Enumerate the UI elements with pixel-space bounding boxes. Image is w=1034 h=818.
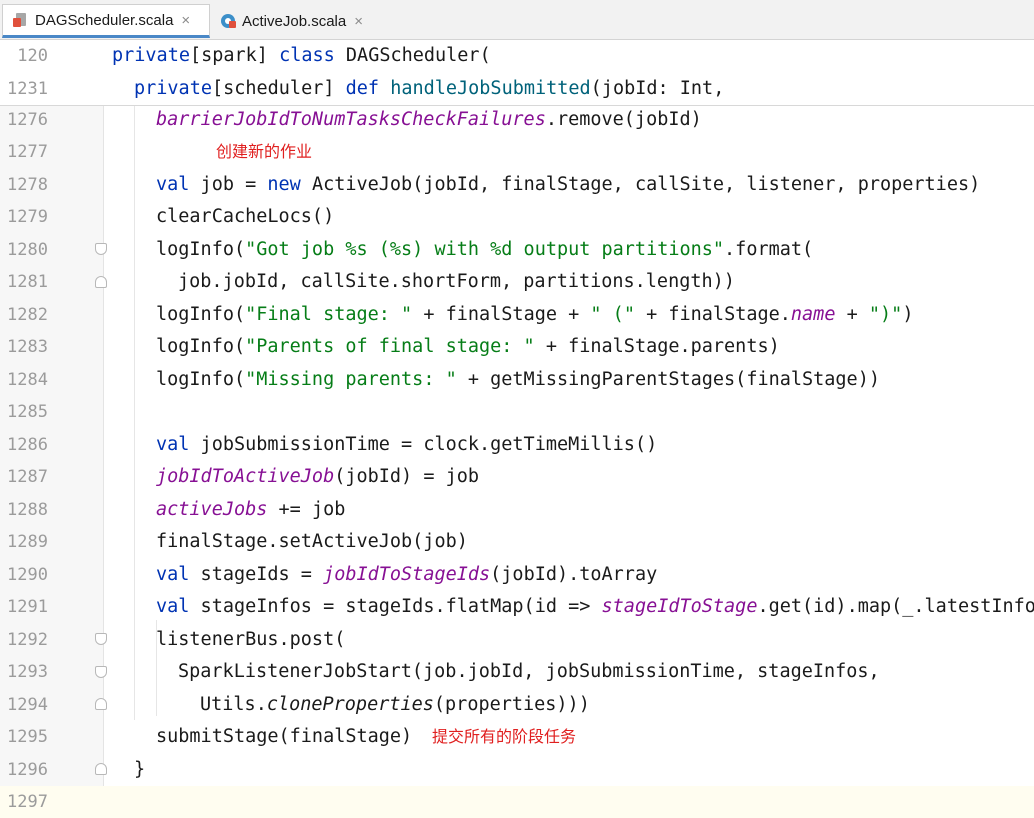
- code-line[interactable]: 1295 submitStage(finalStage) 提交所有的阶段任务: [0, 721, 1034, 753]
- code-line[interactable]: 1294 Utils.cloneProperties(properties))): [0, 689, 1034, 721]
- code-line[interactable]: 1296 }: [0, 754, 1034, 786]
- code-text: val stageIds = jobIdToStageIds(jobId).to…: [156, 564, 658, 585]
- fold-close-icon[interactable]: [95, 276, 107, 288]
- line-number: 1282: [7, 305, 48, 325]
- tab-label: DAGScheduler.scala: [35, 11, 174, 29]
- code-line[interactable]: 1293 SparkListenerJobStart(job.jobId, jo…: [0, 656, 1034, 688]
- line-number: 1292: [7, 630, 48, 650]
- code-line[interactable]: 1277 创建新的作业: [0, 136, 1034, 168]
- annotation-submit-stages: 提交所有的阶段任务: [432, 727, 577, 746]
- line-number: 1231: [7, 79, 48, 99]
- code-line[interactable]: 1286 val jobSubmissionTime = clock.getTi…: [0, 429, 1034, 461]
- code-text: jobIdToActiveJob(jobId) = job: [156, 466, 480, 487]
- line-number: 1287: [7, 467, 48, 487]
- line-number: 1281: [7, 272, 48, 292]
- code-line[interactable]: 1278 val job = new ActiveJob(jobId, fina…: [0, 169, 1034, 201]
- sticky-scope-header: 120 private[spark] class DAGScheduler( 1…: [0, 40, 1034, 106]
- line-number: 1280: [7, 240, 48, 260]
- code-text: finalStage.setActiveJob(job): [156, 531, 468, 552]
- line-number: 1278: [7, 175, 48, 195]
- code-text: listenerBus.post(: [156, 629, 346, 650]
- code-line[interactable]: 1288 activeJobs += job: [0, 494, 1034, 526]
- code-line-current[interactable]: 1297: [0, 786, 1034, 818]
- code-line[interactable]: 1292 listenerBus.post(: [0, 624, 1034, 656]
- code-line[interactable]: 1291 val stageInfos = stageIds.flatMap(i…: [0, 591, 1034, 623]
- code-text: logInfo("Missing parents: " + getMissing…: [156, 369, 880, 390]
- code-text: submitStage(finalStage): [156, 726, 413, 747]
- code-text: activeJobs += job: [156, 499, 346, 520]
- fold-open-icon[interactable]: [95, 243, 107, 255]
- line-number: 120: [17, 46, 48, 66]
- code-text: val jobSubmissionTime = clock.getTimeMil…: [156, 434, 658, 455]
- fold-open-icon[interactable]: [95, 633, 107, 645]
- line-number: 1293: [7, 662, 48, 682]
- code-line[interactable]: 1287 jobIdToActiveJob(jobId) = job: [0, 461, 1034, 493]
- code-line[interactable]: 1289 finalStage.setActiveJob(job): [0, 526, 1034, 558]
- code-text: Utils.cloneProperties(properties))): [200, 694, 590, 715]
- close-icon[interactable]: ×: [354, 13, 363, 30]
- line-number: 1288: [7, 500, 48, 520]
- code-text: barrierJobIdToNumTasksCheckFailures.remo…: [156, 109, 702, 130]
- line-number: 1276: [7, 110, 48, 130]
- code-line[interactable]: 1280 logInfo("Got job %s (%s) with %d ou…: [0, 234, 1034, 266]
- code-text: }: [134, 759, 146, 780]
- code-line[interactable]: 1284 logInfo("Missing parents: " + getMi…: [0, 364, 1034, 396]
- code-line[interactable]: 1285: [0, 396, 1034, 428]
- sticky-line[interactable]: 1231 private[scheduler] def handleJobSub…: [0, 73, 1034, 105]
- tab-dagscheduler[interactable]: DAGScheduler.scala ×: [2, 4, 210, 38]
- fold-close-icon[interactable]: [95, 763, 107, 775]
- code-line[interactable]: 1290 val stageIds = jobIdToStageIds(jobI…: [0, 559, 1034, 591]
- line-number: 1294: [7, 695, 48, 715]
- code-text: logInfo("Got job %s (%s) with %d output …: [156, 239, 814, 260]
- code-text: SparkListenerJobStart(job.jobId, jobSubm…: [178, 661, 880, 682]
- code-line[interactable]: 1279 clearCacheLocs(): [0, 201, 1034, 233]
- line-number: 1284: [7, 370, 48, 390]
- editor-tab-bar: DAGScheduler.scala × ActiveJob.scala ×: [0, 0, 1034, 40]
- fold-open-icon[interactable]: [95, 666, 107, 678]
- line-number: 1277: [7, 142, 48, 162]
- sticky-line[interactable]: 120 private[spark] class DAGScheduler(: [0, 40, 1034, 72]
- close-icon[interactable]: ×: [181, 12, 190, 29]
- line-number: 1279: [7, 207, 48, 227]
- fold-close-icon[interactable]: [95, 698, 107, 710]
- code-text: val job = new ActiveJob(jobId, finalStag…: [156, 174, 981, 195]
- line-number: 1289: [7, 532, 48, 552]
- line-number: 1295: [7, 727, 48, 747]
- code-text: logInfo("Parents of final stage: " + fin…: [156, 336, 780, 357]
- code-text: logInfo("Final stage: " + finalStage + "…: [156, 304, 914, 325]
- code-line[interactable]: 1276 barrierJobIdToNumTasksCheckFailures…: [0, 104, 1034, 136]
- line-number: 1286: [7, 435, 48, 455]
- code-text: private[scheduler] def handleJobSubmitte…: [134, 78, 725, 99]
- code-line[interactable]: 1282 logInfo("Final stage: " + finalStag…: [0, 299, 1034, 331]
- line-number: 1283: [7, 337, 48, 357]
- line-number: 1297: [7, 792, 48, 812]
- line-number: 1290: [7, 565, 48, 585]
- line-number: 1285: [7, 402, 48, 422]
- code-text: job.jobId, callSite.shortForm, partition…: [178, 271, 735, 292]
- scala-file-icon: [13, 12, 29, 28]
- scala-class-icon: [220, 13, 236, 29]
- code-text: private[spark] class DAGScheduler(: [112, 45, 491, 66]
- code-line[interactable]: 1283 logInfo("Parents of final stage: " …: [0, 331, 1034, 363]
- line-number: 1296: [7, 760, 48, 780]
- code-text: val stageInfos = stageIds.flatMap(id => …: [156, 596, 1034, 617]
- code-line[interactable]: 1281 job.jobId, callSite.shortForm, part…: [0, 266, 1034, 298]
- tab-activejob[interactable]: ActiveJob.scala ×: [214, 4, 384, 38]
- code-text: clearCacheLocs(): [156, 206, 335, 227]
- line-number: 1291: [7, 597, 48, 617]
- annotation-create-job: 创建新的作业: [216, 142, 313, 161]
- tab-label: ActiveJob.scala: [242, 12, 347, 30]
